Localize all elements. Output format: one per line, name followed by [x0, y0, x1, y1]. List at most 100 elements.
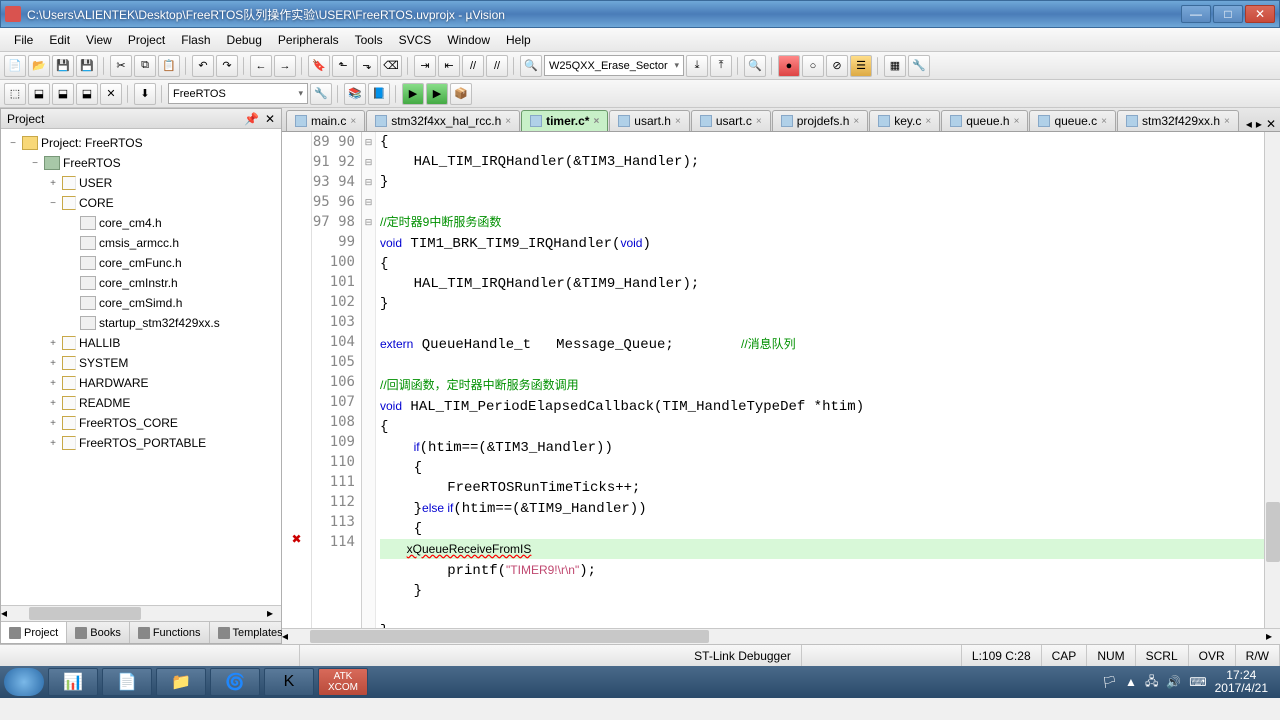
- save-button[interactable]: 💾: [52, 55, 74, 77]
- task-keil[interactable]: K: [264, 668, 314, 696]
- task-app-1[interactable]: 📊: [48, 668, 98, 696]
- nav-fwd-button[interactable]: →: [274, 55, 296, 77]
- vertical-scrollbar[interactable]: [1264, 132, 1280, 628]
- menu-flash[interactable]: Flash: [173, 30, 218, 50]
- tab-scroll-left[interactable]: ◂: [1246, 117, 1252, 131]
- tree-root[interactable]: − Project: FreeRTOS: [3, 133, 279, 153]
- bp-list-button[interactable]: ☰: [850, 55, 872, 77]
- task-app-3[interactable]: 🌀: [210, 668, 260, 696]
- close-button[interactable]: ✕: [1245, 5, 1275, 23]
- tree-item[interactable]: cmsis_armcc.h: [3, 233, 279, 253]
- find-next-button[interactable]: ⤓: [686, 55, 708, 77]
- indent-button[interactable]: ⇥: [414, 55, 436, 77]
- file-tab[interactable]: stm32f4xx_hal_rcc.h×: [366, 110, 520, 131]
- panel-tab-books[interactable]: Books: [67, 622, 130, 643]
- file-tab[interactable]: queue.c×: [1029, 110, 1116, 131]
- tab-scroll-right[interactable]: ▸: [1256, 117, 1262, 131]
- tab-close-icon[interactable]: ×: [675, 116, 681, 127]
- tree-item[interactable]: core_cmInstr.h: [3, 273, 279, 293]
- file-tab[interactable]: key.c×: [869, 110, 940, 131]
- tray-flag-icon[interactable]: 🏳: [1102, 675, 1117, 689]
- menu-view[interactable]: View: [78, 30, 120, 50]
- task-atk[interactable]: ATKXCOM: [318, 668, 368, 696]
- task-app-2[interactable]: 📄: [102, 668, 152, 696]
- save-all-button[interactable]: 💾: [76, 55, 98, 77]
- panel-close-icon[interactable]: ✕: [265, 112, 275, 126]
- download-button[interactable]: ⬇: [134, 83, 156, 105]
- bookmark-next-button[interactable]: ⬎: [356, 55, 378, 77]
- tree-item[interactable]: core_cmSimd.h: [3, 293, 279, 313]
- target-combo[interactable]: FreeRTOS: [168, 83, 308, 104]
- menu-file[interactable]: File: [6, 30, 41, 50]
- file-tab[interactable]: projdefs.h×: [772, 110, 869, 131]
- panel-tab-project[interactable]: Project: [1, 622, 67, 643]
- tree-item[interactable]: core_cmFunc.h: [3, 253, 279, 273]
- menu-help[interactable]: Help: [498, 30, 539, 50]
- code-editor[interactable]: { HAL_TIM_IRQHandler(&TIM3_Handler); } /…: [376, 132, 1264, 628]
- nav-back-button[interactable]: ←: [250, 55, 272, 77]
- tree-item[interactable]: +FreeRTOS_PORTABLE: [3, 433, 279, 453]
- pack-button[interactable]: 📦: [450, 83, 472, 105]
- tab-close-all[interactable]: ✕: [1266, 117, 1276, 131]
- maximize-button[interactable]: □: [1213, 5, 1243, 23]
- task-explorer[interactable]: 📁: [156, 668, 206, 696]
- tree-item[interactable]: −FreeRTOS: [3, 153, 279, 173]
- bp-disable-button[interactable]: ○: [802, 55, 824, 77]
- window-button[interactable]: ▦: [884, 55, 906, 77]
- manage-button[interactable]: 📚: [344, 83, 366, 105]
- pin-icon[interactable]: 📌: [244, 112, 259, 126]
- tab-close-icon[interactable]: ×: [756, 116, 762, 127]
- uncomment-button[interactable]: //: [486, 55, 508, 77]
- menu-project[interactable]: Project: [120, 30, 173, 50]
- editor-hscroll[interactable]: [310, 630, 709, 643]
- cut-button[interactable]: ✂: [110, 55, 132, 77]
- tab-close-icon[interactable]: ×: [350, 116, 356, 127]
- bp-kill-button[interactable]: ⊘: [826, 55, 848, 77]
- undo-button[interactable]: ↶: [192, 55, 214, 77]
- batch-build-button[interactable]: ⬓: [76, 83, 98, 105]
- panel-hscroll[interactable]: [29, 607, 141, 620]
- find-prev-button[interactable]: ⤒: [710, 55, 732, 77]
- new-button[interactable]: 📄: [4, 55, 26, 77]
- outdent-button[interactable]: ⇤: [438, 55, 460, 77]
- file-tab[interactable]: usart.h×: [609, 110, 690, 131]
- file-tab[interactable]: queue.h×: [941, 110, 1028, 131]
- tab-close-icon[interactable]: ×: [1014, 116, 1020, 127]
- project-tree[interactable]: − Project: FreeRTOS −FreeRTOS+USER−CORE …: [1, 129, 281, 605]
- copy-button[interactable]: ⧉: [134, 55, 156, 77]
- tree-item[interactable]: +HALLIB: [3, 333, 279, 353]
- find-combo[interactable]: W25QXX_Erase_Sector: [544, 55, 684, 76]
- tray-volume-icon[interactable]: 🔊: [1166, 675, 1181, 689]
- comment-button[interactable]: //: [462, 55, 484, 77]
- tray-clock[interactable]: 17:242017/4/21: [1215, 669, 1268, 695]
- bookmark-prev-button[interactable]: ⬑: [332, 55, 354, 77]
- file-tab[interactable]: stm32f429xx.h×: [1117, 110, 1239, 131]
- paste-button[interactable]: 📋: [158, 55, 180, 77]
- tray-network-icon[interactable]: 🖧: [1145, 672, 1158, 693]
- fold-gutter[interactable]: ⊟ ⊟ ⊟ ⊟ ⊟: [362, 132, 376, 628]
- file-tab[interactable]: main.c×: [286, 110, 365, 131]
- step-button[interactable]: ▶: [426, 83, 448, 105]
- file-tab[interactable]: usart.c×: [691, 110, 771, 131]
- breakpoint-button[interactable]: ●: [778, 55, 800, 77]
- translate-button[interactable]: ⬚: [4, 83, 26, 105]
- menu-window[interactable]: Window: [439, 30, 498, 50]
- tab-close-icon[interactable]: ×: [1101, 116, 1107, 127]
- menu-peripherals[interactable]: Peripherals: [270, 30, 347, 50]
- tree-item[interactable]: +USER: [3, 173, 279, 193]
- rebuild-button[interactable]: ⬓: [52, 83, 74, 105]
- tab-close-icon[interactable]: ×: [593, 116, 599, 127]
- tab-close-icon[interactable]: ×: [1224, 116, 1230, 127]
- find-button[interactable]: 🔍: [520, 55, 542, 77]
- debug-button[interactable]: 🔍: [744, 55, 766, 77]
- tray-input-icon[interactable]: ⌨: [1189, 675, 1206, 689]
- stop-build-button[interactable]: ✕: [100, 83, 122, 105]
- tree-item[interactable]: +FreeRTOS_CORE: [3, 413, 279, 433]
- tab-close-icon[interactable]: ×: [505, 116, 511, 127]
- tree-item[interactable]: +README: [3, 393, 279, 413]
- books-button[interactable]: 📘: [368, 83, 390, 105]
- tree-item[interactable]: startup_stm32f429xx.s: [3, 313, 279, 333]
- tree-item[interactable]: +SYSTEM: [3, 353, 279, 373]
- menu-edit[interactable]: Edit: [41, 30, 78, 50]
- menu-debug[interactable]: Debug: [219, 30, 270, 50]
